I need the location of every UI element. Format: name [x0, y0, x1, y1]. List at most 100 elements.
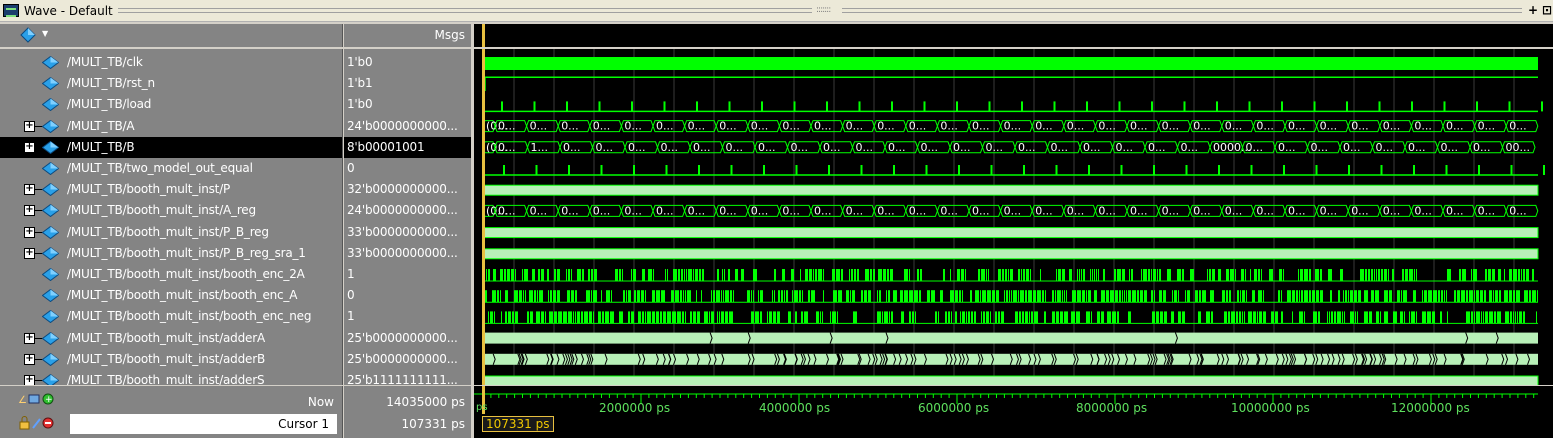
chevron-down-icon[interactable]: ▼ — [42, 29, 48, 38]
wave-pulse — [1195, 290, 1198, 303]
wave-pulse — [986, 311, 989, 324]
signal-value[interactable]: 1 — [344, 306, 471, 327]
wave-pulse — [781, 290, 783, 303]
signal-row[interactable]: + /MULT_TB/booth_mult_inst/P — [0, 179, 342, 200]
wave-pulse — [1198, 311, 1201, 324]
wave-pulse — [554, 269, 556, 281]
wave-pulse — [1523, 269, 1525, 281]
wave-pulse — [1384, 269, 1387, 281]
wave-pulse — [577, 311, 580, 324]
signal-value[interactable]: 32'b0000000000... — [344, 179, 471, 200]
signal-value[interactable]: 1'b0 — [344, 94, 471, 115]
expand-plus-icon[interactable]: + — [24, 120, 43, 132]
wave-pulse — [1235, 269, 1236, 281]
wave-pulse — [1371, 290, 1374, 303]
signal-value[interactable]: 33'b0000000000... — [344, 222, 471, 243]
signal-name: /MULT_TB/A — [67, 118, 135, 133]
expand-plus-icon[interactable]: + — [24, 226, 43, 238]
signal-value[interactable]: 33'b0000000000... — [344, 243, 471, 264]
signal-row[interactable]: /MULT_TB/booth_mult_inst/booth_enc_2A — [0, 264, 342, 285]
signal-name: /MULT_TB/booth_mult_inst/booth_enc_neg — [67, 309, 312, 324]
wave-pulse — [915, 311, 916, 324]
signal-value[interactable]: 0 — [344, 285, 471, 306]
wave-pulse — [1010, 269, 1013, 281]
wave-pulse — [1380, 311, 1381, 324]
wave-pulse — [568, 269, 570, 281]
signal-row[interactable]: /MULT_TB/booth_mult_inst/booth_enc_A — [0, 285, 342, 306]
signal-value[interactable]: 1 — [344, 264, 471, 285]
signal-value[interactable]: 1'b0 — [344, 52, 471, 73]
signal-row[interactable]: /MULT_TB/clk — [0, 52, 342, 73]
bus-value: 0... — [1083, 141, 1101, 154]
expand-plus-icon[interactable]: + — [24, 247, 43, 259]
signal-value[interactable]: 25'b0000000000... — [344, 349, 471, 370]
signal-row[interactable]: + /MULT_TB/booth_mult_inst/adderS — [0, 370, 342, 385]
expand-plus-icon[interactable]: + — [24, 205, 43, 217]
wave-pulse — [1207, 269, 1208, 281]
expand-plus-icon[interactable]: + — [24, 353, 43, 365]
signal-value[interactable]: 24'b0000000000... — [344, 200, 471, 221]
zoom-icon[interactable]: ∠ + — [18, 392, 63, 406]
waveform-canvas[interactable]: (0...0... 0... 0... 0... 0... 0... 0... 0... 0..… — [474, 49, 1553, 385]
bus-value: 0... — [1478, 120, 1496, 133]
signal-row[interactable]: /MULT_TB/load — [0, 94, 342, 115]
expand-plus-icon[interactable]: + — [24, 332, 43, 344]
wave-pulse — [593, 290, 597, 303]
signal-row[interactable]: + /MULT_TB/A — [0, 116, 342, 137]
wave-pulse — [1416, 269, 1417, 281]
wave-pulse — [1159, 290, 1162, 303]
wave-pulse — [1309, 290, 1311, 303]
lock-icon[interactable] — [18, 416, 63, 430]
wave-pulse — [1466, 290, 1468, 303]
bus-value: 0... — [758, 141, 776, 154]
signal-value[interactable]: 25'b1111111111... — [344, 370, 471, 385]
signal-value[interactable]: 0 — [344, 158, 471, 179]
signal-row[interactable]: + /MULT_TB/B — [0, 136, 342, 158]
wave-pulse — [1337, 311, 1341, 324]
signal-value[interactable]: 25'b0000000000... — [344, 328, 471, 349]
signal-row[interactable]: /MULT_TB/rst_n — [0, 73, 342, 94]
expand-plus-icon[interactable]: + — [24, 141, 43, 153]
wave-pulse — [865, 269, 869, 281]
tick-label: 12000000 ps — [1391, 401, 1470, 415]
wave-pulse — [893, 290, 897, 303]
expand-plus-icon[interactable]: + — [24, 184, 43, 196]
bus-value: 0... — [1193, 120, 1211, 133]
wave-pulse — [1143, 269, 1147, 281]
wave-pulse — [950, 269, 951, 281]
wave-pulse — [1226, 290, 1228, 303]
wave-pulse — [530, 311, 533, 324]
timeline-ruler[interactable]: ps 2000000 ps 4000000 ps 6000000 ps 8000… — [474, 386, 1553, 438]
wave-pulse — [772, 290, 773, 303]
signal-row[interactable]: /MULT_TB/booth_mult_inst/booth_enc_neg — [0, 306, 342, 327]
wave-pulse — [823, 290, 824, 303]
undock-button[interactable]: ⊡ — [1540, 3, 1553, 17]
wave-pulse — [690, 311, 692, 324]
bus-value: 0... — [561, 204, 579, 217]
wave-pulse — [1269, 269, 1273, 281]
signal-row[interactable]: /MULT_TB/two_model_out_equal — [0, 158, 342, 179]
signal-row[interactable]: + /MULT_TB/booth_mult_inst/P_B_reg — [0, 222, 342, 243]
signal-names-pane[interactable]: /MULT_TB/clk/MULT_TB/rst_n/MULT_TB/load +… — [0, 49, 343, 385]
cursor-time-tag[interactable]: 107331 ps — [482, 416, 554, 432]
signal-values-pane[interactable]: 1'b0 1'b1 1'b0 24'b0000000000... 8'b00001001… — [344, 49, 471, 385]
bus-value: 0... — [940, 120, 958, 133]
wave-pulse — [1020, 290, 1024, 303]
expand-plus-icon[interactable]: + — [24, 375, 43, 385]
signal-value[interactable]: 24'b0000000000... — [344, 116, 471, 137]
dock-button[interactable]: + — [1526, 3, 1540, 17]
signal-row[interactable]: + /MULT_TB/booth_mult_inst/A_reg — [0, 200, 342, 221]
wave-pulse — [1304, 269, 1308, 281]
wave-pulse — [1489, 290, 1492, 303]
signal-value[interactable]: 1'b1 — [344, 73, 471, 94]
signal-diamond-icon[interactable] — [20, 27, 36, 43]
signal-row[interactable]: + /MULT_TB/booth_mult_inst/P_B_reg_sra_1 — [0, 243, 342, 264]
signal-row[interactable]: + /MULT_TB/booth_mult_inst/adderA — [0, 328, 342, 349]
cursor-name-field[interactable]: Cursor 1 — [70, 414, 337, 434]
signal-value[interactable]: 8'b00001001 — [344, 136, 471, 158]
signal-row[interactable]: + /MULT_TB/booth_mult_inst/adderB — [0, 349, 342, 370]
wave-pulse — [1299, 311, 1303, 324]
title-bar[interactable]: Wave - Default ::::::: + ⊡ — [0, 0, 1553, 22]
waveform-pane[interactable]: (0... 0... 0... 0... 0... 0... 0... 0... 0... 0..… — [474, 49, 1553, 385]
wave-pulse — [1096, 269, 1097, 281]
